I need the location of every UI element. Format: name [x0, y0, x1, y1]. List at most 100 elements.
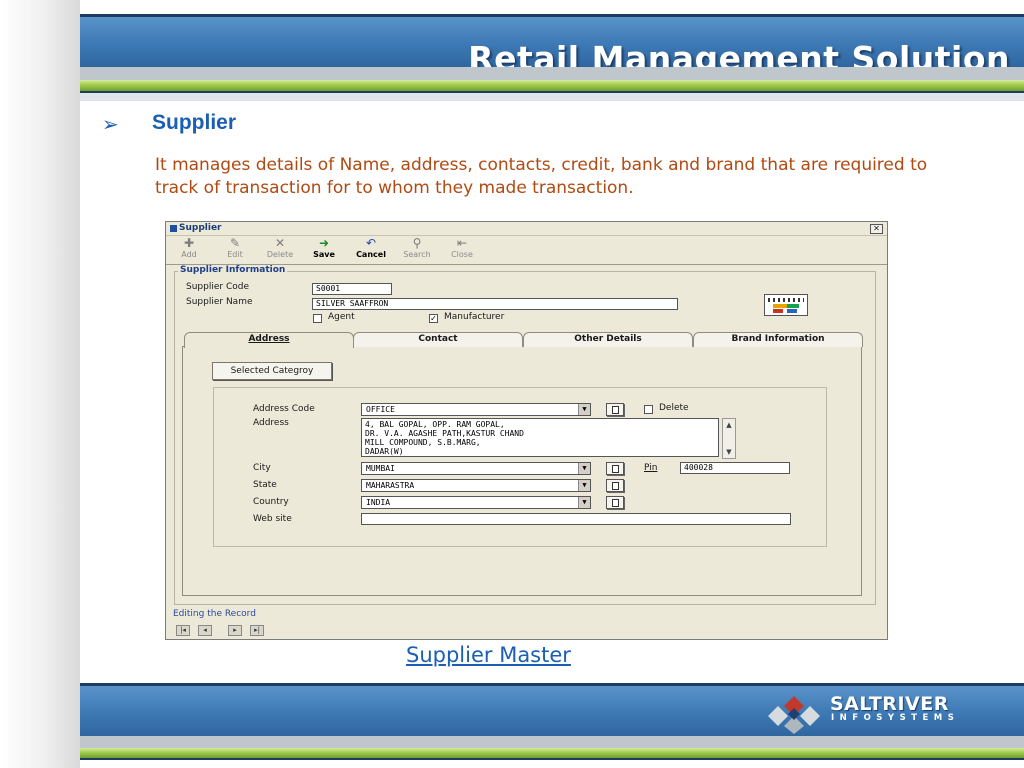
address-code-select[interactable]: OFFICE ▼ — [361, 403, 591, 416]
calendar-icon[interactable] — [764, 294, 808, 316]
address-line: MILL COMPOUND, S.B.MARG, — [365, 438, 481, 447]
logo-subtitle: INFOSYSTEMS — [831, 713, 960, 723]
footer-bottom-rule — [80, 758, 1024, 760]
chevron-down-icon[interactable]: ▼ — [578, 497, 590, 508]
header-band: Retail Management Solution — [80, 17, 1024, 78]
header-gray-band — [80, 67, 1024, 80]
selected-category-button[interactable]: Selected Categroy — [212, 362, 332, 380]
window-titlebar: Supplier ✕ — [166, 222, 887, 236]
address-line: DR. V.A. AGASHE PATH,KASTUR CHAND — [365, 429, 524, 438]
toolbar-save-label: Save — [313, 250, 335, 259]
city-value: MUMBAI — [366, 464, 395, 473]
supplier-code-field[interactable]: S0001 — [312, 283, 392, 295]
city-label: City — [253, 463, 271, 473]
address-textarea[interactable]: 4, BAL GOPAL, OPP. RAM GOPAL, DR. V.A. A… — [361, 418, 719, 457]
address-label: Address — [253, 418, 289, 428]
save-icon: ➜ — [318, 236, 330, 250]
section-description: It manages details of Name, address, con… — [155, 155, 928, 198]
add-icon: ✚ — [183, 236, 195, 250]
country-select[interactable]: INDIA ▼ — [361, 496, 591, 509]
section-title: Supplier — [152, 111, 237, 134]
logo-name: SALTRIVER — [830, 693, 949, 715]
chevron-down-icon[interactable]: ▼ — [578, 404, 590, 415]
chevron-down-icon[interactable]: ▼ — [578, 480, 590, 491]
manufacturer-label: Manufacturer — [444, 312, 505, 322]
address-scrollbar[interactable]: ▲ ▼ — [722, 418, 736, 459]
next-record-icon[interactable]: ▸ — [228, 625, 242, 636]
city-select[interactable]: MUMBAI ▼ — [361, 462, 591, 475]
toolbar-add-label: Add — [181, 250, 197, 259]
country-new-button[interactable] — [606, 496, 624, 509]
last-record-icon[interactable]: ▸| — [250, 625, 264, 636]
city-new-button[interactable] — [606, 462, 624, 475]
country-label: Country — [253, 497, 289, 507]
header-under-stripe — [80, 93, 1024, 101]
first-record-icon[interactable]: |◂ — [176, 625, 190, 636]
slide-left-shadow — [0, 0, 80, 768]
state-select[interactable]: MAHARASTRA ▼ — [361, 479, 591, 492]
chevron-down-icon[interactable]: ▼ — [578, 463, 590, 474]
supplier-code-label: Supplier Code — [186, 282, 249, 292]
toolbar-save-button[interactable]: ➜ Save — [310, 236, 338, 262]
address-line: DADAR(W) — [365, 447, 404, 456]
window-close-button[interactable]: ✕ — [870, 224, 883, 234]
tab-contact[interactable]: Contact — [353, 332, 523, 347]
toolbar-close-label: Close — [451, 250, 473, 259]
bullet-arrow-icon: ➢ — [102, 112, 119, 136]
agent-label: Agent — [328, 312, 355, 322]
country-value: INDIA — [366, 498, 391, 507]
supplier-name-field[interactable]: SILVER SAAFFRON — [312, 298, 678, 310]
supplier-window: Supplier ✕ ✚ Add ✎ Edit ✕ Delete ➜ Save … — [165, 221, 888, 640]
toolbar-edit-label: Edit — [227, 250, 243, 259]
tab-address-label: Address — [248, 334, 290, 344]
close-icon: ⇤ — [456, 236, 468, 250]
manufacturer-checkbox[interactable]: ✓ — [429, 314, 438, 323]
toolbar-cancel-label: Cancel — [356, 250, 386, 259]
state-new-button[interactable] — [606, 479, 624, 492]
footer-gray-band — [80, 736, 1024, 748]
tab-other-details[interactable]: Other Details — [523, 332, 693, 347]
document-icon — [612, 499, 619, 507]
pin-field[interactable]: 400028 — [680, 462, 790, 474]
website-label: Web site — [253, 514, 292, 524]
figure-caption[interactable]: Supplier Master — [406, 643, 571, 667]
address-code-value: OFFICE — [366, 405, 395, 414]
toolbar-search-button[interactable]: ⚲ Search — [400, 236, 434, 262]
saltriver-logo-icon — [768, 696, 820, 734]
toolbar-add-button[interactable]: ✚ Add — [176, 236, 202, 262]
scroll-up-icon[interactable]: ▲ — [724, 420, 734, 430]
toolbar-delete-label: Delete — [266, 250, 294, 259]
website-field[interactable] — [361, 513, 791, 525]
header-green-band — [80, 80, 1024, 91]
document-icon — [612, 482, 619, 490]
status-text: Editing the Record — [173, 609, 256, 619]
window-app-icon — [170, 225, 177, 232]
footer-green-band — [80, 748, 1024, 758]
scroll-down-icon[interactable]: ▼ — [724, 447, 734, 457]
agent-checkbox[interactable] — [313, 314, 322, 323]
toolbar-search-label: Search — [403, 250, 431, 259]
delete-label: Delete — [659, 403, 689, 413]
pin-label: Pin — [644, 463, 657, 473]
toolbar-cancel-button[interactable]: ↶ Cancel — [354, 236, 388, 262]
delete-checkbox[interactable] — [644, 405, 653, 414]
toolbar-close-button[interactable]: ⇤ Close — [448, 236, 476, 262]
pin-label-text: Pin — [644, 463, 658, 473]
supplier-info-group-label: Supplier Information — [178, 265, 288, 275]
state-label: State — [253, 480, 277, 490]
toolbar: ✚ Add ✎ Edit ✕ Delete ➜ Save ↶ Cancel ⚲ … — [172, 236, 882, 264]
delete-icon: ✕ — [274, 236, 286, 250]
tab-address[interactable]: Address — [184, 332, 354, 348]
state-value: MAHARASTRA — [366, 481, 415, 490]
address-code-new-button[interactable] — [606, 403, 624, 416]
search-icon: ⚲ — [412, 236, 422, 250]
window-title: Supplier — [179, 223, 222, 233]
previous-record-icon[interactable]: ◂ — [198, 625, 212, 636]
tab-brand-information[interactable]: Brand Information — [693, 332, 863, 347]
document-icon — [612, 406, 619, 414]
address-code-label: Address Code — [253, 404, 315, 414]
supplier-name-label: Supplier Name — [186, 297, 253, 307]
edit-icon: ✎ — [229, 236, 241, 250]
toolbar-edit-button[interactable]: ✎ Edit — [222, 236, 248, 262]
toolbar-delete-button[interactable]: ✕ Delete — [264, 236, 296, 262]
